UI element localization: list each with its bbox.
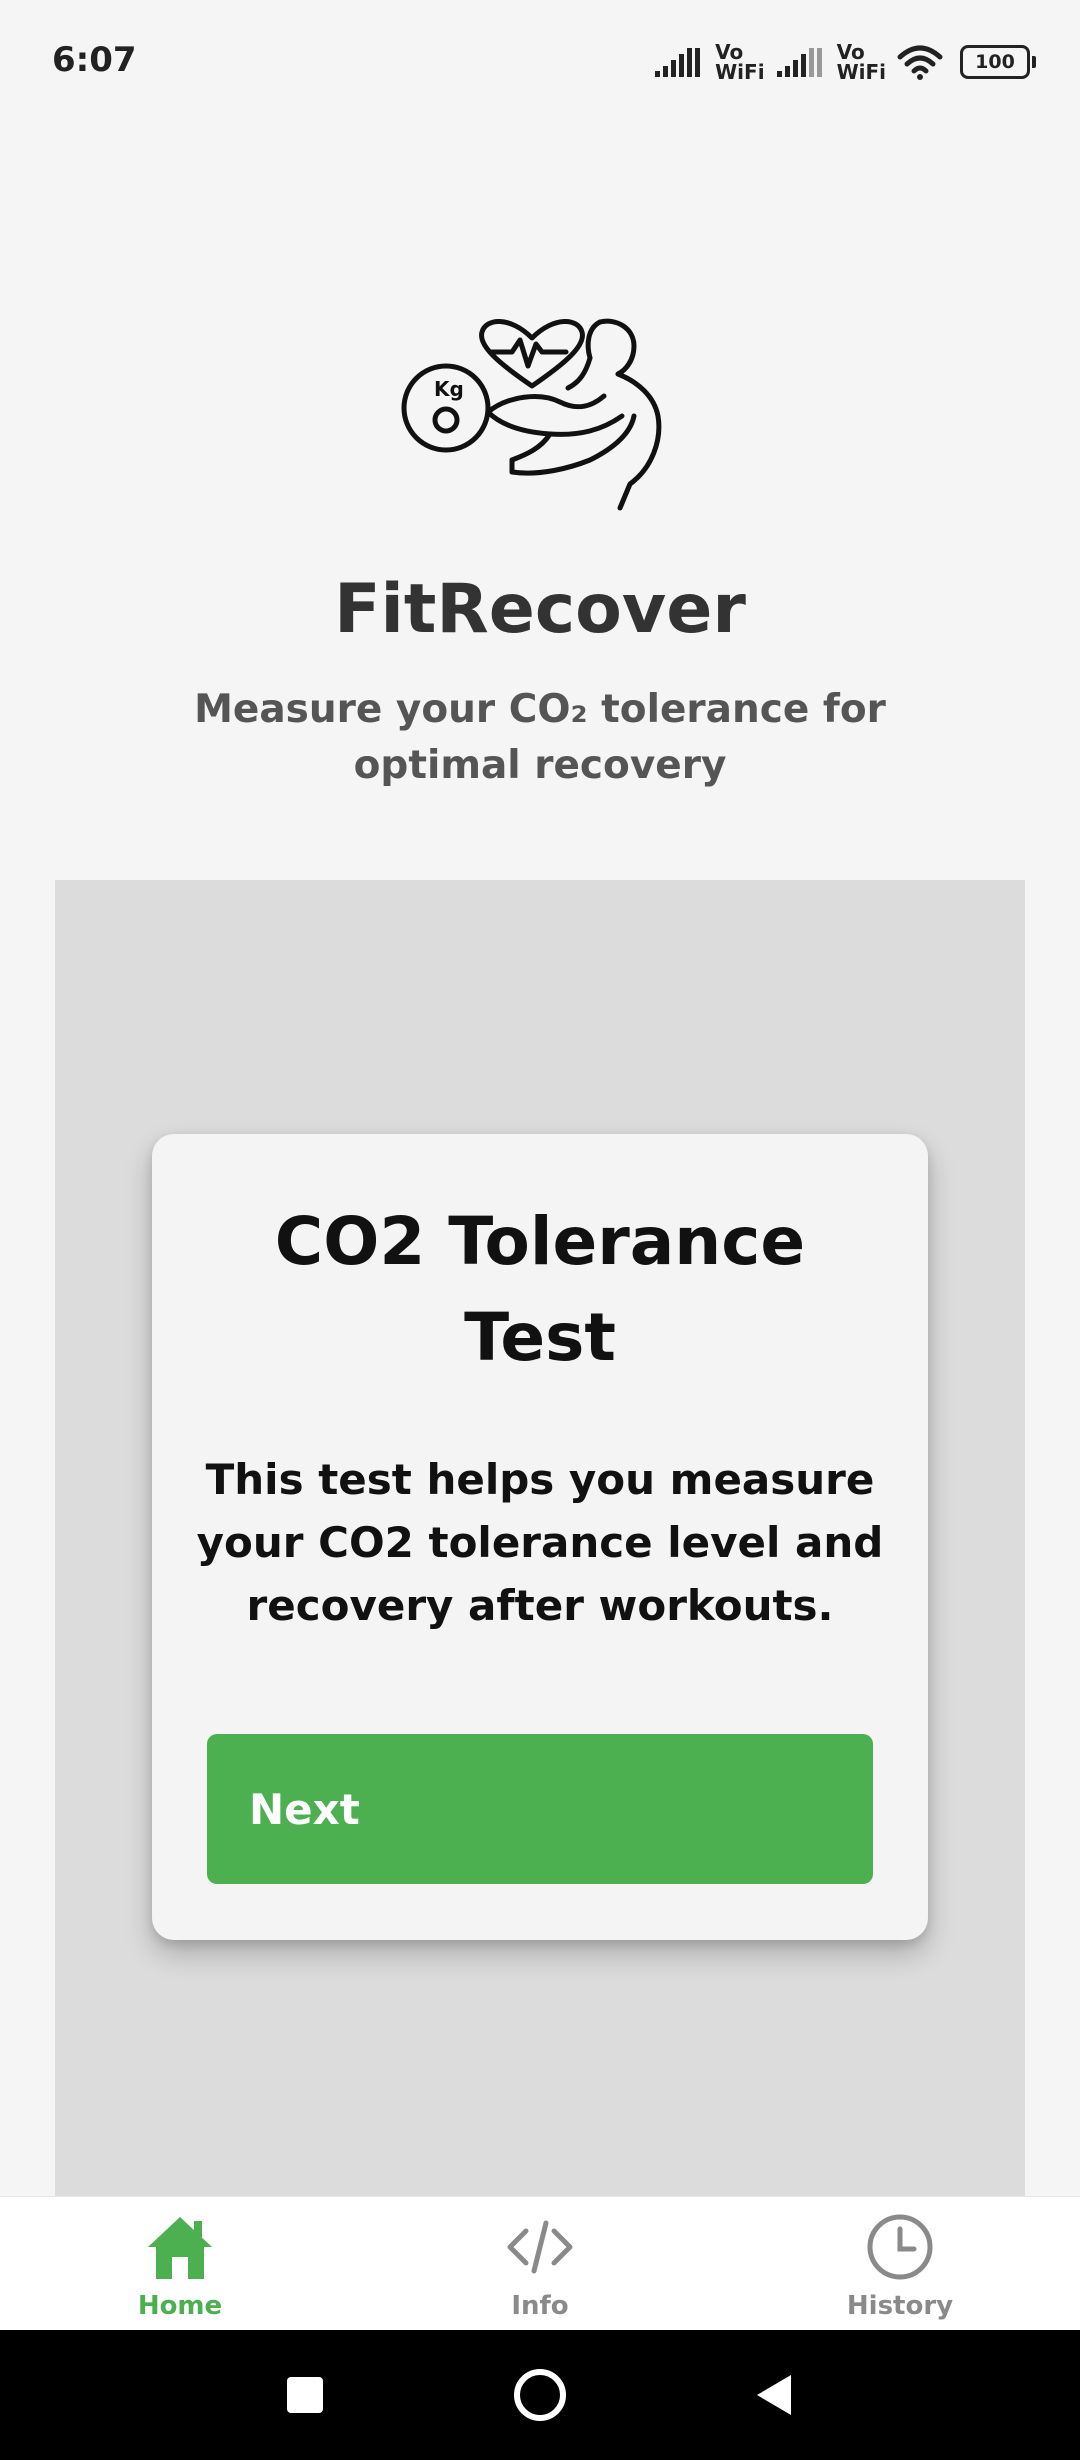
nav-item-info[interactable]: Info xyxy=(420,2197,660,2331)
battery-indicator: 100 xyxy=(960,45,1036,79)
nav-label-home: Home xyxy=(137,2291,223,2321)
wifi-icon xyxy=(897,45,943,80)
app-logo: Kg xyxy=(390,300,690,530)
svg-text:Kg: Kg xyxy=(434,377,464,401)
volte-wifi-label: Vo WiFi xyxy=(715,40,765,84)
next-button[interactable]: Next xyxy=(207,1734,873,1884)
signal-icon xyxy=(655,48,701,77)
nav-item-history[interactable]: History xyxy=(780,2197,1020,2331)
app-title: FitRecover xyxy=(334,570,746,649)
card-description: This test helps you measure your CO2 tol… xyxy=(196,1455,884,1630)
status-bar: 6:07 Vo WiFi Vo WiFi 100 xyxy=(0,0,1080,130)
card-title: CO2 Tolerance Test xyxy=(274,1203,806,1376)
nav-item-home[interactable]: Home xyxy=(60,2197,300,2331)
test-intro-card: CO2 Tolerance Test This test helps you m… xyxy=(152,1134,928,1940)
home-button-icon[interactable] xyxy=(510,2365,570,2425)
back-button-icon[interactable] xyxy=(745,2365,805,2425)
volte-wifi-label: Vo WiFi xyxy=(836,40,886,84)
nav-label-info: Info xyxy=(511,2291,569,2321)
bottom-navigation: Home Info History xyxy=(0,2196,1080,2331)
fitness-logo-icon: Kg xyxy=(401,318,662,511)
recents-button-icon[interactable] xyxy=(275,2365,335,2425)
status-icons: Vo WiFi Vo WiFi 100 xyxy=(653,36,1036,88)
app-subtitle: Measure your CO₂ tolerance for optimal r… xyxy=(194,687,886,788)
status-time: 6:07 xyxy=(52,40,137,80)
code-icon xyxy=(507,2220,573,2274)
system-navigation-bar xyxy=(0,2330,1080,2460)
home-icon xyxy=(148,2217,212,2279)
signal-icon xyxy=(776,48,822,77)
app-screen: 6:07 Vo WiFi Vo WiFi 100 Kg FitRecover M… xyxy=(0,0,1080,2460)
clock-icon xyxy=(867,2214,933,2280)
nav-label-history: History xyxy=(846,2291,954,2321)
